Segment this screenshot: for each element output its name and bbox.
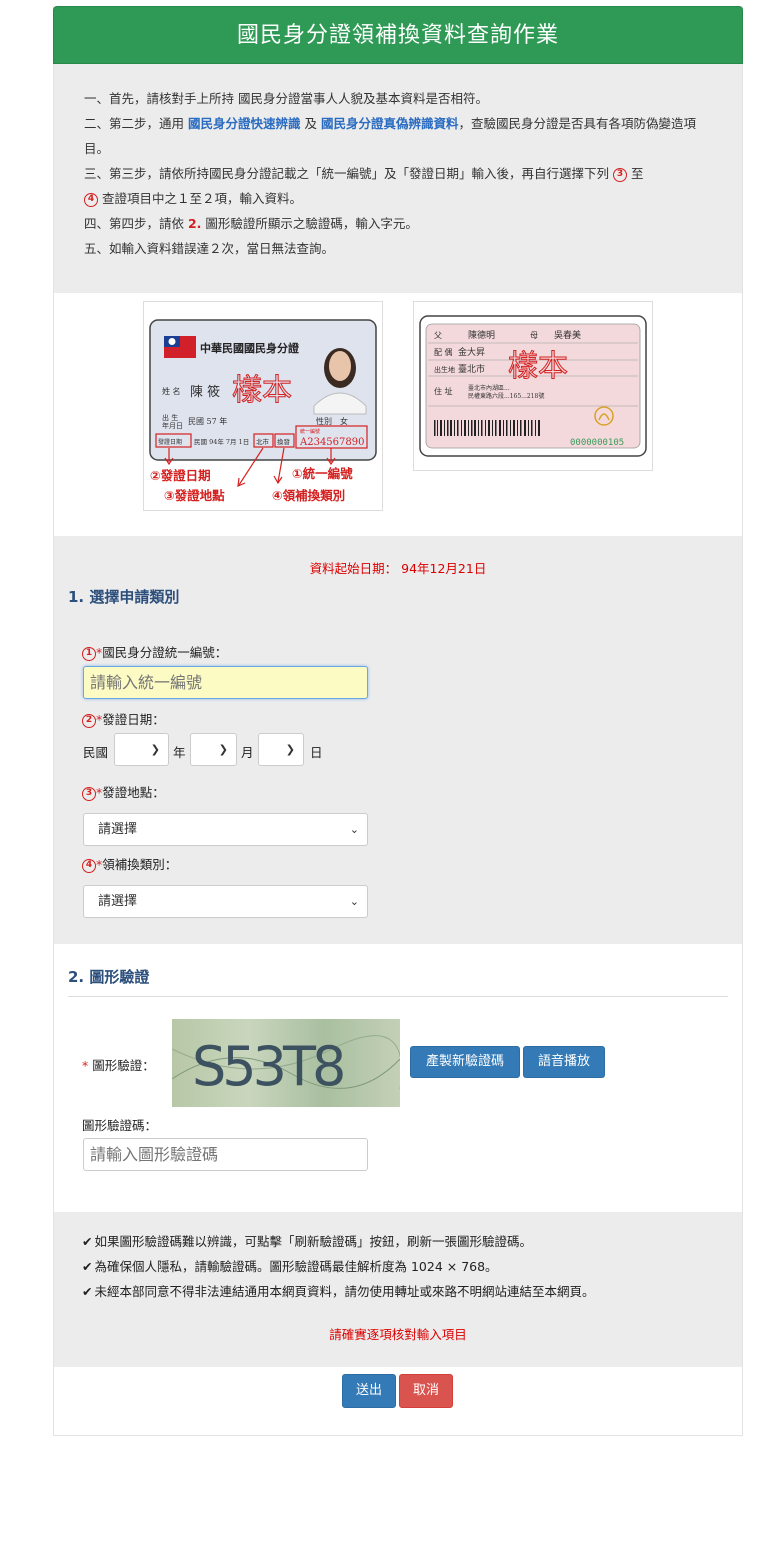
svg-text:配 偶: 配 偶	[434, 347, 453, 357]
svg-text:臺北市: 臺北市	[458, 363, 485, 375]
svg-text:女: 女	[340, 416, 348, 426]
svg-text:金大昇: 金大昇	[458, 346, 485, 358]
annotation-issue-type: ④領補換類別	[272, 488, 345, 503]
instruction-step-2: 二、第二步，通用 國民身分證快速辨識 及 國民身分證真偽辨識資料，查驗國民身分證…	[84, 116, 696, 156]
note-3: ✔ 未經本部同意不得非法連結通用本網頁資料，請勿使用轉址或來路不明網站連結至本網頁…	[82, 1284, 595, 1299]
captcha-label: * 圖形驗證：	[82, 1058, 155, 1073]
circle-2-icon: 2	[82, 713, 96, 728]
svg-text:換發: 換發	[277, 437, 291, 446]
data-start-date: 資料起始日期： 94年12月21日	[309, 561, 487, 576]
svg-text:陳德明: 陳德明	[468, 329, 495, 341]
instruction-step-5: 五、如輸入資料錯誤達２次，當日無法查詢。	[84, 241, 335, 256]
section-2-title: 2. 圖形驗證	[68, 968, 150, 986]
issue-type-select[interactable]: 請選擇 ⌄	[83, 885, 368, 918]
issue-day-select[interactable]: ❯	[258, 733, 304, 766]
watermark-text: 樣本	[232, 373, 292, 408]
captcha-text: S53T8	[192, 1035, 343, 1098]
captcha-image: S53T8	[172, 1019, 400, 1107]
circle-1-icon: 1	[82, 646, 96, 661]
svg-text:發證日期: 發證日期	[158, 438, 182, 446]
annotation-id-number: ①統一編號	[292, 466, 353, 481]
check-icon: ✔	[82, 1234, 93, 1249]
id-card-back-sample: 父 陳德明 母 吳春美 配 偶 金大昇 出生地 臺北市 住 址 臺北市內湖區..…	[413, 301, 653, 471]
annotation-issue-date: ②發證日期	[150, 468, 211, 483]
cancel-button[interactable]: 取消	[399, 1374, 453, 1408]
card-country-text: 中華民國國民身分證	[200, 341, 300, 355]
issue-month-select[interactable]: ❯	[190, 733, 237, 766]
svg-text:吳春美: 吳春美	[554, 329, 581, 341]
note-1: ✔ 如果圖形驗證碼難以辨識，可點擊「刷新驗證碼」按鈕，刷新一張圖形驗證碼。	[82, 1234, 532, 1249]
issue-type-label: 4 *領補換類別：	[82, 854, 177, 873]
year-label: 年	[173, 745, 186, 760]
submit-button[interactable]: 送出	[342, 1374, 396, 1408]
note-2: ✔ 為確保個人隱私，請輸驗證碼。圖形驗證碼最佳解析度為 1024 × 768。	[82, 1259, 498, 1274]
audio-captcha-button[interactable]: 語音播放	[523, 1046, 605, 1078]
instruction-step-1: 一、首先，請核對手上所持 國民身分證當事人人貌及基本資料是否相符。	[84, 91, 488, 106]
svg-text:北市: 北市	[256, 437, 270, 446]
watermark-text: 樣本	[508, 349, 568, 384]
id-number-input[interactable]	[83, 666, 368, 699]
svg-text:父: 父	[434, 331, 442, 340]
svg-text:A234567890: A234567890	[299, 437, 364, 448]
svg-text:臺北市內湖區...: 臺北市內湖區...	[468, 384, 510, 392]
issue-year-select[interactable]: ❯	[114, 733, 169, 766]
card-serial: 0000000105	[570, 438, 624, 448]
application-type-section: 資料起始日期： 94年12月21日 1. 選擇申請類別 1 *國民身分證統一編號：…	[54, 536, 742, 944]
svg-text:性別: 性別	[316, 416, 332, 426]
circle-3-icon: 3	[612, 167, 627, 182]
circle-3-icon: 3	[82, 786, 96, 801]
check-icon: ✔	[82, 1284, 93, 1299]
svg-text:民國 94年 7月 1日: 民國 94年 7月 1日	[194, 437, 249, 446]
issue-date-label: 2 *發證日期：	[82, 709, 165, 728]
circle-4-icon: 4	[82, 858, 96, 873]
quick-id-link[interactable]: 國民身分證快速辨識	[188, 116, 301, 131]
issue-place-select[interactable]: 請選擇 ⌄	[83, 813, 368, 846]
captcha-code-label: 圖形驗證碼：	[82, 1118, 158, 1133]
svg-text:出 生: 出 生	[162, 413, 178, 422]
id-card-front-sample: 中華民國國民身分證 姓 名 陳 筱 出 生 年月日 民國 57 年 性別 女 樣…	[143, 301, 383, 511]
section-1-title: 1. 選擇申請類別	[68, 588, 180, 606]
svg-text:住 址: 住 址	[434, 386, 453, 396]
instruction-step-3: 三、第三步，請依所持國民身分證記載之「統一編號」及「發證日期」輸入後，再自行選擇…	[84, 166, 644, 207]
svg-text:民權東路六段...165...218號: 民權東路六段...165...218號	[468, 392, 544, 400]
refresh-captcha-button[interactable]: 產製新驗證碼	[410, 1046, 520, 1078]
roc-label: 民國	[83, 745, 109, 760]
issue-place-label: 3 *發證地點：	[82, 782, 165, 801]
svg-text:陳 筱: 陳 筱	[190, 384, 220, 400]
circle-4-icon: 4	[84, 192, 98, 207]
divider	[68, 996, 728, 997]
month-label: 月	[241, 745, 254, 760]
captcha-section: 2. 圖形驗證 * 圖形驗證： S53T8 產製新驗證碼 語音播放 圖形驗證碼：	[54, 944, 742, 1212]
instructions-panel: 一、首先，請核對手上所持 國民身分證當事人人貌及基本資料是否相符。 二、第二步，…	[54, 64, 742, 293]
notes-panel: ✔ 如果圖形驗證碼難以辨識，可點擊「刷新驗證碼」按鈕，刷新一張圖形驗證碼。 ✔ 為確…	[54, 1212, 742, 1367]
svg-text:年月日: 年月日	[162, 421, 183, 430]
chevron-down-icon: ⌄	[349, 823, 359, 836]
sample-cards: 中華民國國民身分證 姓 名 陳 筱 出 生 年月日 民國 57 年 性別 女 樣…	[54, 293, 742, 536]
authenticity-link[interactable]: 國民身分證真偽辨識資料	[321, 116, 459, 131]
annotation-issue-place: ③發證地點	[164, 488, 225, 503]
page-title: 國民身分證領補換資料查詢作業	[53, 6, 743, 64]
confirm-message: 請確實逐項核對輸入項目	[329, 1327, 467, 1342]
day-label: 日	[310, 745, 323, 760]
svg-text:統一編號: 統一編號	[300, 428, 320, 435]
svg-text:出生地: 出生地	[434, 365, 455, 374]
instruction-step-4: 四、第四步，請依 2. 圖形驗證所顯示之驗證碼，輸入字元。	[84, 216, 418, 231]
id-number-label: 1 *國民身分證統一編號：	[82, 642, 227, 661]
captcha-code-input[interactable]	[83, 1138, 368, 1171]
chevron-down-icon: ❯	[285, 743, 295, 756]
svg-text:姓 名: 姓 名	[162, 386, 181, 396]
chevron-down-icon: ❯	[218, 743, 228, 756]
chevron-down-icon: ⌄	[349, 895, 359, 908]
svg-text:民國 57 年: 民國 57 年	[188, 416, 227, 426]
chevron-down-icon: ❯	[150, 743, 160, 756]
svg-text:母: 母	[530, 331, 538, 340]
check-icon: ✔	[82, 1259, 93, 1274]
